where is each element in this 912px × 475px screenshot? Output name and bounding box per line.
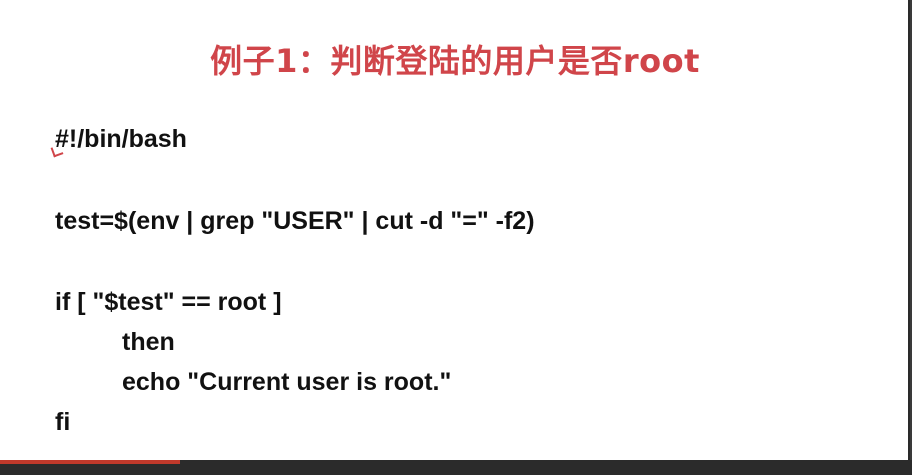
bottom-accent xyxy=(0,460,180,464)
code-line-assignment: test=$(env | grep "USER" | cut -d "=" -f… xyxy=(55,207,535,235)
slide: 例子1：判断登陆的用户是否root #!/bin/bash test=$(env… xyxy=(0,0,910,460)
code-line-echo: echo "Current user is root." xyxy=(122,368,452,396)
code-line-then: then xyxy=(122,328,175,356)
slide-title: 例子1：判断登陆的用户是否root xyxy=(210,42,700,80)
code-line-shebang: #!/bin/bash xyxy=(55,125,187,153)
code-line-fi: fi xyxy=(55,408,71,436)
code-line-if: if [ "$test" == root ] xyxy=(55,288,282,316)
